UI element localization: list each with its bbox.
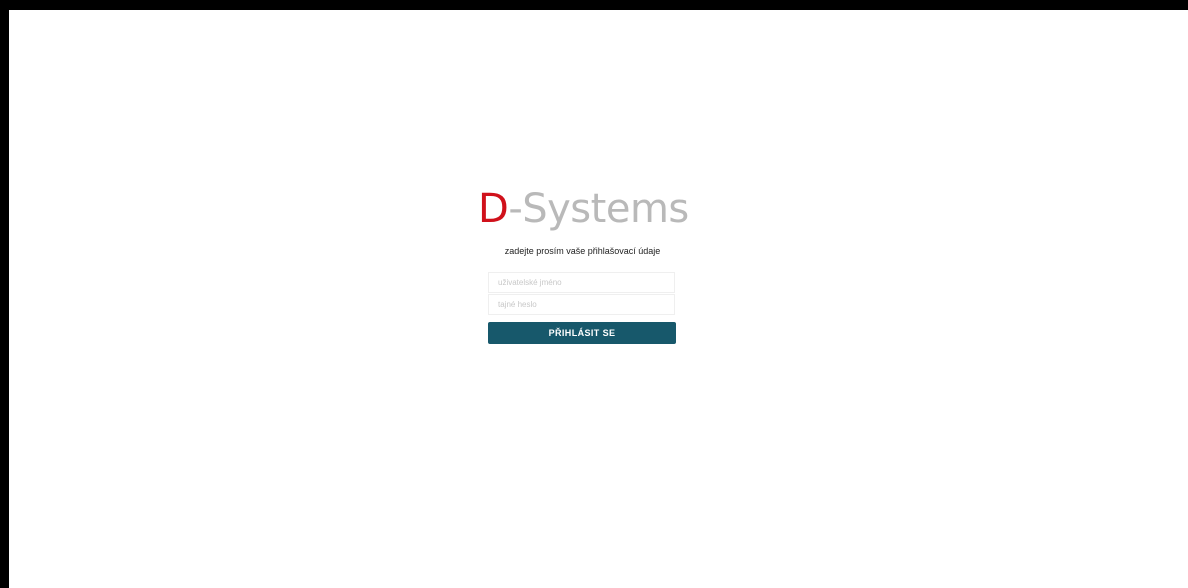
password-input[interactable]	[488, 294, 675, 315]
login-prompt: zadejte prosím vaše přihlašovací údaje	[504, 246, 661, 256]
company-logo: D-Systems	[478, 186, 708, 232]
logo-letter-d: D	[478, 186, 509, 232]
username-input[interactable]	[488, 272, 675, 293]
logo-text: -Systems	[508, 186, 689, 232]
browser-viewport: D-Systems zadejte prosím vaše přihlašova…	[9, 10, 1188, 588]
login-button[interactable]: PŘIHLÁSIT SE	[488, 322, 676, 344]
